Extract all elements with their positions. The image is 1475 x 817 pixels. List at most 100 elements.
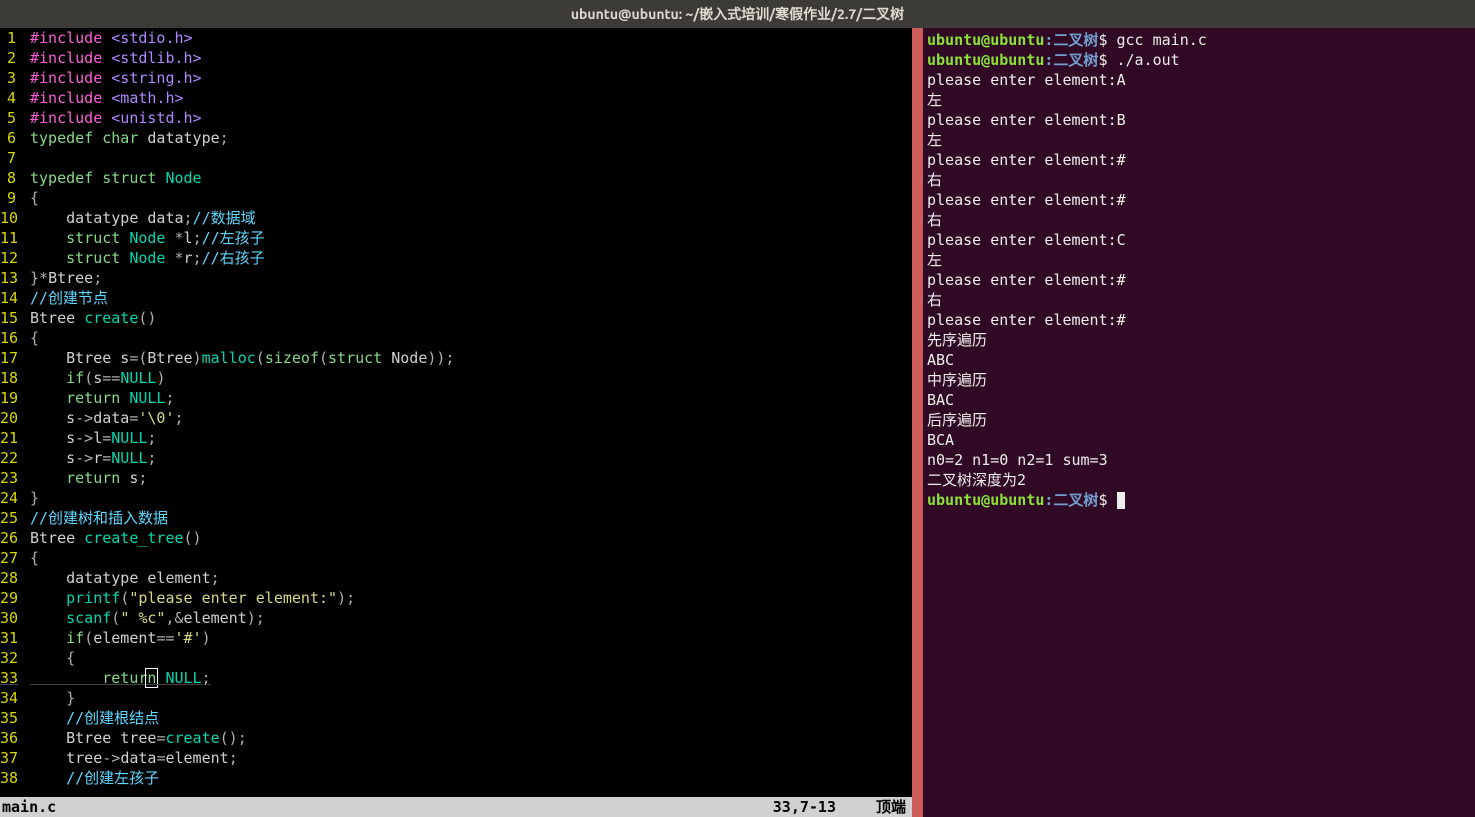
code-line[interactable]: 36 Btree tree=create(); [0, 728, 912, 748]
terminal-line: please enter element:C [927, 230, 1471, 250]
code-content: } [30, 688, 912, 708]
code-line[interactable]: 29 printf("please enter element:"); [0, 588, 912, 608]
code-content: tree->data=element; [30, 748, 912, 768]
code-line[interactable]: 12 struct Node *r;//右孩子 [0, 248, 912, 268]
code-content [30, 148, 912, 168]
prompt-path: :二叉树 [1044, 31, 1098, 49]
line-number: 30 [0, 608, 30, 628]
line-number: 14 [0, 288, 30, 308]
code-line[interactable]: 21 s->l=NULL; [0, 428, 912, 448]
code-content: return NULL; [30, 668, 912, 688]
terminal-line: please enter element:# [927, 190, 1471, 210]
code-line[interactable]: 26Btree create_tree() [0, 528, 912, 548]
line-number: 4 [0, 88, 30, 108]
code-line[interactable]: 4#include <math.h> [0, 88, 912, 108]
code-content: typedef struct Node [30, 168, 912, 188]
code-line[interactable]: 15Btree create() [0, 308, 912, 328]
code-line[interactable]: 10 datatype data;//数据域 [0, 208, 912, 228]
code-line[interactable]: 25//创建树和插入数据 [0, 508, 912, 528]
code-line[interactable]: 9{ [0, 188, 912, 208]
terminal-line: 中序遍历 [927, 370, 1471, 390]
code-line[interactable]: 8typedef struct Node [0, 168, 912, 188]
vim-status-bar: main.c 33,7-13 顶端 [0, 797, 912, 817]
code-content: #include <math.h> [30, 88, 912, 108]
line-number: 19 [0, 388, 30, 408]
line-number: 34 [0, 688, 30, 708]
line-number: 7 [0, 148, 30, 168]
editor-pane[interactable]: 1#include <stdio.h>2#include <stdlib.h>3… [0, 28, 912, 817]
code-content: //创建左孩子 [30, 768, 912, 788]
code-line[interactable]: 35 //创建根结点 [0, 708, 912, 728]
line-number: 26 [0, 528, 30, 548]
terminal-line: please enter element:B [927, 110, 1471, 130]
terminal-line: 先序遍历 [927, 330, 1471, 350]
status-filename: main.c [0, 797, 56, 817]
code-content: #include <stdio.h> [30, 28, 912, 48]
terminal-line: 后序遍历 [927, 410, 1471, 430]
line-number: 15 [0, 308, 30, 328]
code-line[interactable]: 1#include <stdio.h> [0, 28, 912, 48]
code-content: Btree create_tree() [30, 528, 912, 548]
code-line[interactable]: 19 return NULL; [0, 388, 912, 408]
code-line[interactable]: 31 if(element=='#') [0, 628, 912, 648]
prompt-user: ubuntu@ubuntu [927, 491, 1044, 509]
code-line[interactable]: 27{ [0, 548, 912, 568]
line-number: 11 [0, 228, 30, 248]
code-line[interactable]: 14//创建节点 [0, 288, 912, 308]
code-line[interactable]: 32 { [0, 648, 912, 668]
code-content: s->r=NULL; [30, 448, 912, 468]
code-content: datatype data;//数据域 [30, 208, 912, 228]
code-line[interactable]: 24} [0, 488, 912, 508]
code-line[interactable]: 22 s->r=NULL; [0, 448, 912, 468]
pane-divider[interactable] [912, 28, 923, 817]
code-line[interactable]: 11 struct Node *l;//左孩子 [0, 228, 912, 248]
prompt-path: :二叉树 [1044, 491, 1098, 509]
status-scroll: 顶端 [876, 797, 912, 817]
terminal-line: 左 [927, 250, 1471, 270]
terminal-command: gcc main.c [1107, 31, 1206, 49]
terminal-line: 左 [927, 130, 1471, 150]
line-number: 16 [0, 328, 30, 348]
code-line[interactable]: 34 } [0, 688, 912, 708]
code-line[interactable]: 30 scanf(" %c",&element); [0, 608, 912, 628]
line-number: 35 [0, 708, 30, 728]
line-number: 31 [0, 628, 30, 648]
window-title: ubuntu@ubuntu: ~/嵌入式培训/寒假作业/2.7/二叉树 [0, 0, 1475, 28]
line-number: 32 [0, 648, 30, 668]
code-line[interactable]: 6typedef char datatype; [0, 128, 912, 148]
code-content: scanf(" %c",&element); [30, 608, 912, 628]
code-line[interactable]: 17 Btree s=(Btree)malloc(sizeof(struct N… [0, 348, 912, 368]
code-content: #include <string.h> [30, 68, 912, 88]
code-area[interactable]: 1#include <stdio.h>2#include <stdlib.h>3… [0, 28, 912, 797]
code-content: typedef char datatype; [30, 128, 912, 148]
line-number: 37 [0, 748, 30, 768]
code-content: s->l=NULL; [30, 428, 912, 448]
code-line[interactable]: 23 return s; [0, 468, 912, 488]
terminal-pane[interactable]: ubuntu@ubuntu:二叉树$ gcc main.cubuntu@ubun… [923, 28, 1475, 817]
code-line[interactable]: 20 s->data='\0'; [0, 408, 912, 428]
code-line[interactable]: 18 if(s==NULL) [0, 368, 912, 388]
terminal-line: BAC [927, 390, 1471, 410]
code-content: datatype element; [30, 568, 912, 588]
code-line[interactable]: 7 [0, 148, 912, 168]
code-line[interactable]: 28 datatype element; [0, 568, 912, 588]
terminal-line: 右 [927, 210, 1471, 230]
code-content: #include <unistd.h> [30, 108, 912, 128]
line-number: 12 [0, 248, 30, 268]
code-line[interactable]: 16{ [0, 328, 912, 348]
code-content: //创建节点 [30, 288, 912, 308]
code-line[interactable]: 3#include <string.h> [0, 68, 912, 88]
terminal-line: please enter element:A [927, 70, 1471, 90]
code-line[interactable]: 37 tree->data=element; [0, 748, 912, 768]
line-number: 38 [0, 768, 30, 788]
code-line[interactable]: 38 //创建左孩子 [0, 768, 912, 788]
terminal-line: n0=2 n1=0 n2=1 sum=3 [927, 450, 1471, 470]
terminal-line: ubuntu@ubuntu:二叉树$ ./a.out [927, 50, 1471, 70]
code-content: return s; [30, 468, 912, 488]
code-content: }*Btree; [30, 268, 912, 288]
code-content: #include <stdlib.h> [30, 48, 912, 68]
code-line[interactable]: 33 return NULL; [0, 668, 912, 688]
code-line[interactable]: 2#include <stdlib.h> [0, 48, 912, 68]
code-line[interactable]: 5#include <unistd.h> [0, 108, 912, 128]
code-line[interactable]: 13}*Btree; [0, 268, 912, 288]
